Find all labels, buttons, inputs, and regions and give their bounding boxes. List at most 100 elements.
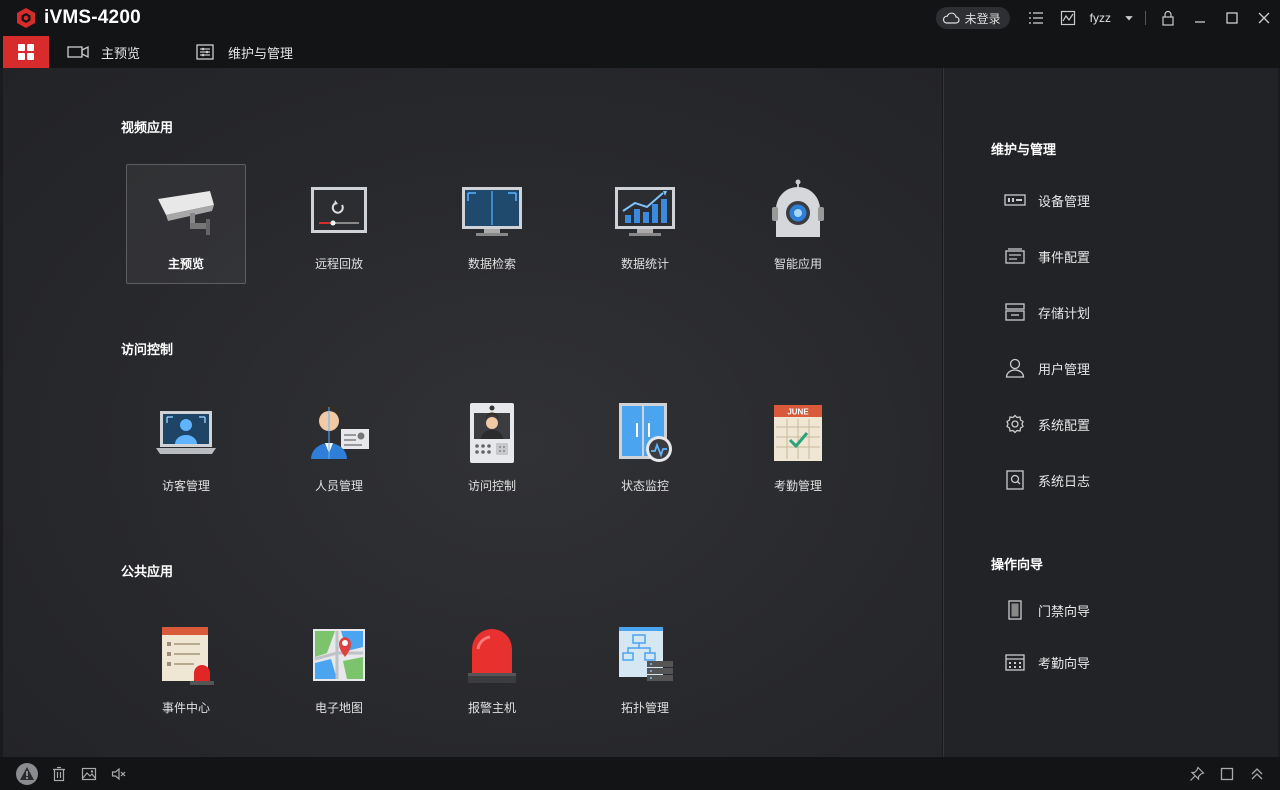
cloud-icon <box>942 12 960 24</box>
tile-visitor-management[interactable]: 访客管理 <box>126 386 246 506</box>
log-search-icon <box>1006 470 1024 490</box>
link-user-management[interactable]: 用户管理 <box>1004 358 1090 378</box>
tile-status-monitor[interactable]: 状态监控 <box>585 386 705 506</box>
tile-main-preview[interactable]: 主预览 <box>126 164 246 284</box>
tile-event-center-label: 事件中心 <box>161 701 210 715</box>
event-config-icon <box>1005 248 1025 264</box>
door-icon <box>1008 600 1022 620</box>
link-system-config-label: 系统配置 <box>1038 418 1091 434</box>
data-search-icon <box>462 187 522 236</box>
maintenance-title: 维护与管理 <box>991 143 1057 158</box>
clear-button[interactable] <box>44 757 74 790</box>
tab-bar: 主预览 维护与管理 <box>0 36 1280 68</box>
tile-main-preview-label: 主预览 <box>167 257 204 271</box>
tile-alarm-host[interactable]: 报警主机 <box>432 608 552 728</box>
calendar-icon: JUNE <box>774 405 822 461</box>
maintenance-icon <box>196 44 214 60</box>
cloud-login-button[interactable]: 未登录 <box>935 7 1010 29</box>
visitor-laptop-icon <box>156 411 216 454</box>
lock-button[interactable] <box>1152 0 1184 36</box>
tab-main-preview[interactable]: 主预览 <box>67 36 140 68</box>
playback-icon <box>311 187 367 233</box>
list-icon <box>1028 12 1043 24</box>
minimize-icon <box>1195 21 1205 23</box>
capture-button[interactable] <box>74 757 104 790</box>
tile-data-search[interactable]: 数据检索 <box>432 164 552 284</box>
intercom-icon <box>470 403 514 463</box>
tile-smart-apps-label: 智能应用 <box>773 257 822 271</box>
tile-data-statistics[interactable]: 数据统计 <box>585 164 705 284</box>
pin-button[interactable] <box>1182 757 1212 790</box>
close-icon <box>1258 12 1270 24</box>
cloud-login-label: 未登录 <box>964 11 1001 26</box>
pin-icon <box>1190 765 1205 781</box>
close-button[interactable] <box>1248 0 1280 36</box>
fullscreen-button[interactable] <box>1212 757 1242 790</box>
tile-attendance-label: 考勤管理 <box>773 479 822 493</box>
link-system-log[interactable]: 系统日志 <box>1004 470 1090 490</box>
tile-alarm-host-label: 报警主机 <box>467 701 516 715</box>
tile-event-center[interactable]: 事件中心 <box>126 608 246 728</box>
link-attendance-guide[interactable]: 考勤向导 <box>1004 652 1090 672</box>
status-bar <box>0 757 1280 790</box>
status-monitor-icon <box>619 403 672 462</box>
right-panel: 维护与管理 设备管理 事件配置 存储计划 用户管理 系统配置 系统日志 操作向导… <box>943 68 1278 757</box>
topology-icon <box>619 627 673 681</box>
tile-data-statistics-label: 数据统计 <box>620 257 669 271</box>
tab-main-preview-label: 主预览 <box>101 46 141 62</box>
tab-maintenance[interactable]: 维护与管理 <box>194 36 293 68</box>
map-pin-icon <box>313 629 365 681</box>
link-device-management[interactable]: 设备管理 <box>1004 190 1090 210</box>
calendar-grid-icon <box>1005 654 1025 671</box>
link-storage-schedule[interactable]: 存储计划 <box>1004 302 1090 322</box>
statistics-chart-icon <box>615 187 675 236</box>
title-bar: iVMS-4200 未登录 fyzz <box>0 0 1280 36</box>
image-icon <box>81 767 97 780</box>
tile-e-map-label: 电子地图 <box>314 701 363 715</box>
maximize-icon <box>1226 12 1238 24</box>
tile-visitor-management-label: 访客管理 <box>161 479 210 493</box>
user-menu-button[interactable] <box>1119 0 1139 36</box>
speaker-mute-icon <box>111 767 126 780</box>
tile-topology[interactable]: 拓扑管理 <box>585 608 705 728</box>
link-device-management-label: 设备管理 <box>1038 194 1091 210</box>
expand-up-button[interactable] <box>1242 757 1272 790</box>
maximize-button[interactable] <box>1216 0 1248 36</box>
performance-icon <box>1060 10 1075 26</box>
square-icon <box>1220 767 1234 780</box>
tile-e-map[interactable]: 电子地图 <box>279 608 399 728</box>
surveillance-camera-icon <box>158 191 214 235</box>
minimize-button[interactable] <box>1184 0 1216 36</box>
section-title-access: 访问控制 <box>121 343 174 358</box>
tab-maintenance-label: 维护与管理 <box>228 46 294 62</box>
link-event-config-label: 事件配置 <box>1038 250 1091 266</box>
link-event-config[interactable]: 事件配置 <box>1004 246 1090 266</box>
tile-remote-playback-label: 远程回放 <box>314 257 363 271</box>
grid-icon <box>18 44 34 60</box>
link-attendance-guide-label: 考勤向导 <box>1038 656 1091 672</box>
tile-access-control[interactable]: 访问控制 <box>432 386 552 506</box>
tile-smart-apps[interactable]: 智能应用 <box>738 164 858 284</box>
performance-button[interactable] <box>1052 0 1084 36</box>
home-tab[interactable] <box>3 36 49 68</box>
link-access-guide[interactable]: 门禁向导 <box>1004 600 1090 620</box>
link-system-config[interactable]: 系统配置 <box>1004 414 1090 434</box>
tile-person-management[interactable]: 人员管理 <box>279 386 399 506</box>
tile-remote-playback[interactable]: 远程回放 <box>279 164 399 284</box>
tile-topology-label: 拓扑管理 <box>620 701 669 715</box>
username-label[interactable]: fyzz <box>1090 11 1111 25</box>
tile-status-monitor-label: 状态监控 <box>620 479 669 493</box>
caret-down-icon <box>1125 16 1133 21</box>
main-panel: 视频应用 主预览 远程回放 数据检索 数据统计 智能应用 访问控制 访客管理 人… <box>3 68 942 757</box>
user-icon <box>1005 358 1025 378</box>
calendar-month-text: JUNE <box>787 408 809 417</box>
storage-icon <box>1005 303 1025 321</box>
alarm-status-button[interactable] <box>12 757 42 790</box>
hikvision-logo-icon <box>17 8 35 28</box>
event-center-icon <box>162 627 214 685</box>
tile-attendance[interactable]: JUNE 考勤管理 <box>738 386 858 506</box>
mute-button[interactable] <box>104 757 134 790</box>
gear-icon <box>1006 414 1024 434</box>
list-button[interactable] <box>1020 0 1052 36</box>
title-separator <box>1145 11 1146 25</box>
